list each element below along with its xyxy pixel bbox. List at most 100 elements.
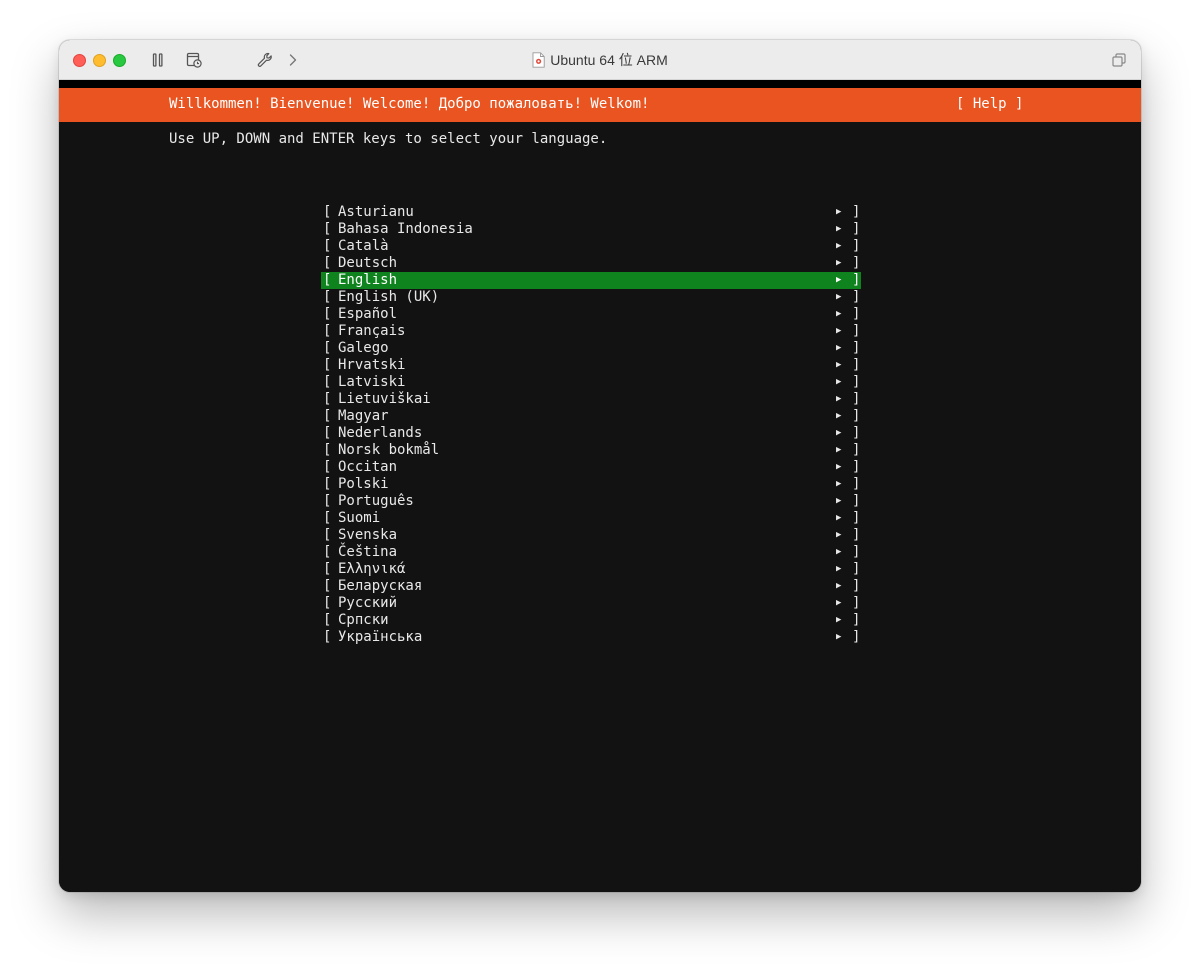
submenu-arrow-icon: ▶ — [836, 428, 842, 438]
language-option-right-bracket: ] — [852, 510, 861, 526]
language-option-right-bracket: ] — [852, 221, 861, 237]
submenu-arrow-icon: ▶ — [836, 241, 842, 251]
language-option-left-bracket: [ — [323, 459, 332, 475]
language-option-left-bracket: [ — [323, 238, 332, 254]
language-option-left-bracket: [ — [323, 391, 332, 407]
language-option-label: Galego — [338, 340, 389, 356]
language-option-item[interactable]: [Español ▶] — [321, 306, 861, 323]
language-option-right-bracket: ] — [852, 357, 861, 373]
pause-icon[interactable] — [149, 51, 167, 69]
help-button[interactable]: [ Help ] — [956, 96, 1023, 112]
language-option-left-bracket: [ — [323, 340, 332, 356]
screen-top-strip — [59, 80, 1141, 88]
language-option-right-bracket: ] — [852, 306, 861, 322]
language-option-item[interactable]: [Svenska ▶] — [321, 527, 861, 544]
language-option-label: Português — [338, 493, 414, 509]
submenu-arrow-icon: ▶ — [836, 292, 842, 302]
language-option-label: Hrvatski — [338, 357, 406, 373]
language-option-label: English — [338, 272, 398, 288]
submenu-arrow-icon: ▶ — [836, 411, 842, 421]
language-option-right-bracket: ] — [852, 612, 861, 628]
language-option-item[interactable]: [Српски ▶] — [321, 612, 861, 629]
language-option-label: Español — [338, 306, 398, 322]
submenu-arrow-icon: ▶ — [836, 445, 842, 455]
language-option-label: Ελληνικά — [338, 561, 406, 577]
language-option-item[interactable]: [Hrvatski ▶] — [321, 357, 861, 374]
submenu-arrow-icon: ▶ — [836, 530, 842, 540]
submenu-arrow-icon: ▶ — [836, 479, 842, 489]
language-option-item[interactable]: [English (UK) ▶] — [321, 289, 861, 306]
language-option-item[interactable]: [Українська ▶] — [321, 629, 861, 646]
language-option-right-bracket: ] — [852, 578, 861, 594]
language-option-label: Occitan — [338, 459, 398, 475]
language-option-left-bracket: [ — [323, 272, 332, 288]
language-option-label: Nederlands — [338, 425, 423, 441]
language-option-left-bracket: [ — [323, 204, 332, 220]
language-list: [Asturianu ▶] [Bahasa Indonesia ▶] [Català ▶]… — [321, 204, 861, 646]
language-option-right-bracket: ] — [852, 204, 861, 220]
language-option-item[interactable]: [Galego ▶] — [321, 340, 861, 357]
language-option-item[interactable]: [ English ▶] — [321, 272, 861, 289]
language-option-label: Català — [338, 238, 389, 254]
window-copy-icon[interactable] — [1110, 51, 1128, 69]
zoom-window-button[interactable] — [113, 54, 126, 67]
close-window-button[interactable] — [73, 54, 86, 67]
language-option-item[interactable]: [Magyar ▶] — [321, 408, 861, 425]
instruction-text: Use UP, DOWN and ENTER keys to select yo… — [169, 131, 608, 147]
language-option-right-bracket: ] — [852, 493, 861, 509]
snapshot-icon[interactable] — [185, 51, 203, 69]
submenu-arrow-icon: ▶ — [836, 394, 842, 404]
language-option-item[interactable]: [Occitan ▶] — [321, 459, 861, 476]
language-option-right-bracket: ] — [852, 408, 861, 424]
submenu-arrow-icon: ▶ — [836, 275, 842, 285]
minimize-window-button[interactable] — [93, 54, 106, 67]
language-option-label: English (UK) — [338, 289, 440, 305]
language-option-right-bracket: ] — [852, 391, 861, 407]
wrench-icon[interactable] — [256, 51, 274, 69]
submenu-arrow-icon: ▶ — [836, 207, 842, 217]
language-option-right-bracket: ] — [852, 255, 861, 271]
language-option-right-bracket: ] — [852, 425, 861, 441]
window-title-text: Ubuntu 64 位 ARM — [550, 52, 668, 68]
language-option-left-bracket: [ — [323, 527, 332, 543]
chevron-right-icon[interactable] — [284, 51, 302, 69]
language-option-label: Српски — [338, 612, 389, 628]
language-option-item[interactable]: [Asturianu ▶] — [321, 204, 861, 221]
language-option-right-bracket: ] — [852, 323, 861, 339]
language-option-item[interactable]: [ Nederlands ▶] — [321, 425, 861, 442]
language-option-item[interactable]: [Latviski ▶] — [321, 374, 861, 391]
language-option-item[interactable]: [Ελληνικά ▶] — [321, 561, 861, 578]
language-option-label: Svenska — [338, 527, 398, 543]
language-option-left-bracket: [ — [323, 323, 332, 339]
language-option-right-bracket: ] — [852, 476, 861, 492]
vm-screen[interactable]: Willkommen! Bienvenue! Welcome! Добро по… — [59, 80, 1141, 892]
window-title: Ubuntu 64 位 ARM — [59, 40, 1141, 80]
language-option-left-bracket: [ — [323, 510, 332, 526]
language-option-item[interactable]: [Čeština ▶] — [321, 544, 861, 561]
title-bar[interactable]: Ubuntu 64 位 ARM — [59, 40, 1141, 80]
language-option-item[interactable]: [Bahasa Indonesia ▶] — [321, 221, 861, 238]
language-option-label: Русский — [338, 595, 398, 611]
language-option-right-bracket: ] — [852, 272, 861, 288]
language-option-label: Українська — [338, 629, 423, 645]
language-option-right-bracket: ] — [852, 595, 861, 611]
language-option-item[interactable]: [Français ▶] — [321, 323, 861, 340]
language-option-item[interactable]: [Беларуская ▶] — [321, 578, 861, 595]
language-option-left-bracket: [ — [323, 612, 332, 628]
language-option-right-bracket: ] — [852, 442, 861, 458]
language-option-item[interactable]: [Polski ▶] — [321, 476, 861, 493]
language-option-item[interactable]: [Português ▶] — [321, 493, 861, 510]
submenu-arrow-icon: ▶ — [836, 496, 842, 506]
language-option-left-bracket: [ — [323, 425, 332, 441]
welcome-banner: Willkommen! Bienvenue! Welcome! Добро по… — [169, 96, 650, 112]
language-option-item[interactable]: [Lietuviškai ▶] — [321, 391, 861, 408]
language-option-item[interactable]: [ Català ▶] — [321, 238, 861, 255]
language-option-right-bracket: ] — [852, 238, 861, 254]
language-option-item[interactable]: [Suomi ▶] — [321, 510, 861, 527]
language-option-item[interactable]: [Norsk bokmål ▶] — [321, 442, 861, 459]
language-option-label: Latviski — [338, 374, 406, 390]
submenu-arrow-icon: ▶ — [836, 564, 842, 574]
language-option-label: Français — [338, 323, 406, 339]
language-option-item[interactable]: [Deutsch ▶] — [321, 255, 861, 272]
language-option-item[interactable]: [Русский ▶] — [321, 595, 861, 612]
